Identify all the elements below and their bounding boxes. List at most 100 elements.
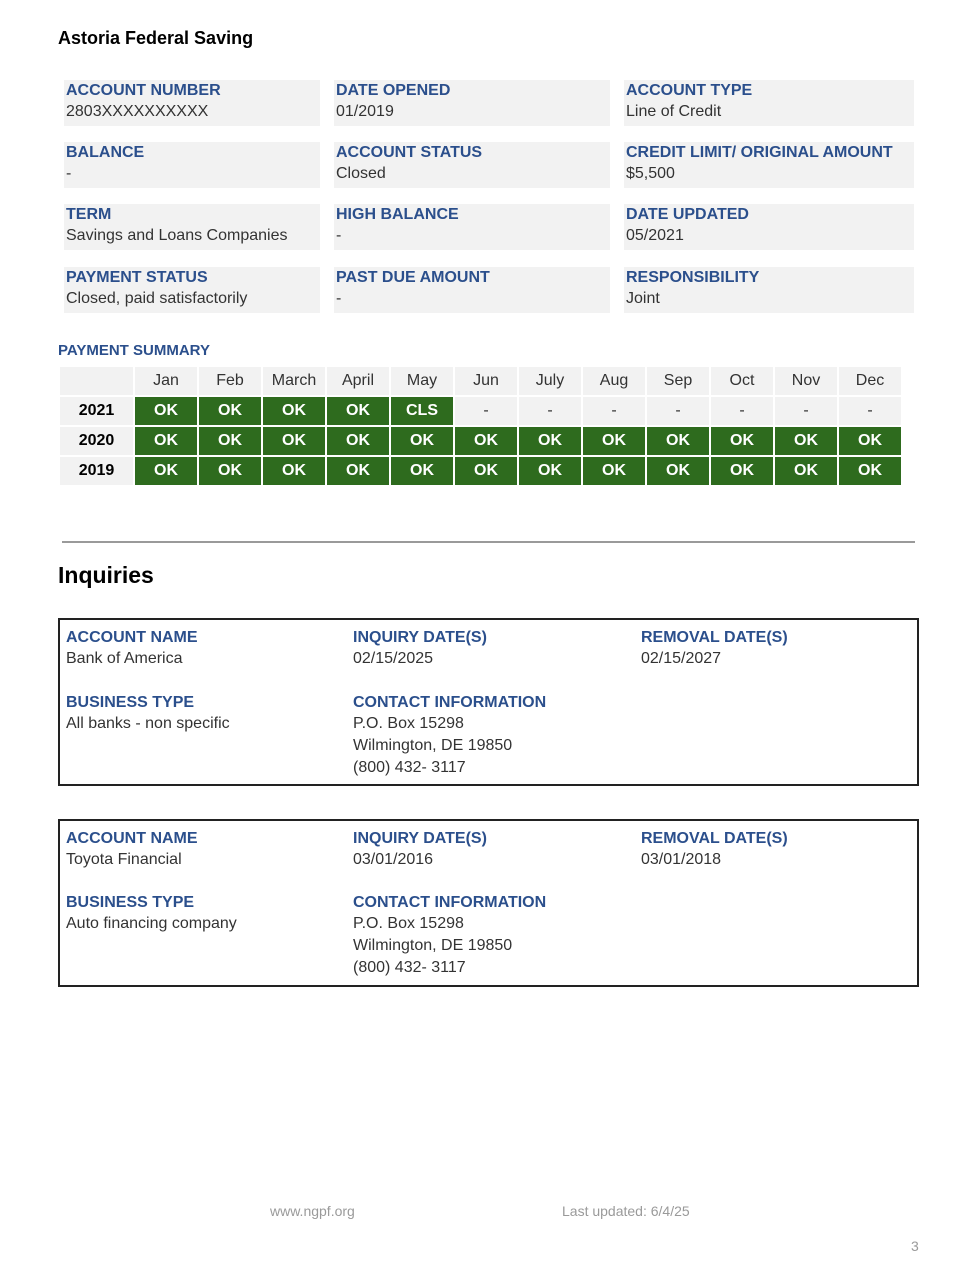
month-header: Oct bbox=[711, 367, 773, 395]
field-value: Closed bbox=[336, 165, 386, 182]
field-label: ACCOUNT NAME bbox=[66, 629, 198, 646]
payment-status-cell: - bbox=[647, 397, 709, 425]
month-header: Aug bbox=[583, 367, 645, 395]
year-row: 2020 OK OK OK OK OK OK OK OK OK OK OK OK bbox=[60, 427, 901, 455]
payment-status-cell: OK bbox=[391, 427, 453, 455]
field-credit-limit: CREDIT LIMIT/ ORIGINAL AMOUNT $5,500 bbox=[624, 142, 914, 188]
contact-line: (800) 432- 3117 bbox=[353, 759, 466, 776]
month-header: July bbox=[519, 367, 581, 395]
year-row: 2021 OK OK OK OK CLS - - - - - - - bbox=[60, 397, 901, 425]
page-number: 3 bbox=[911, 1238, 919, 1254]
field-value: 03/01/2018 bbox=[641, 851, 722, 868]
inquiry-business-type: BUSINESS TYPE Auto financing company bbox=[66, 893, 237, 935]
field-value: Auto financing company bbox=[66, 915, 237, 932]
month-header: May bbox=[391, 367, 453, 395]
field-label: ACCOUNT TYPE bbox=[626, 82, 753, 99]
field-account-status: ACCOUNT STATUS Closed bbox=[334, 142, 610, 188]
payment-status-cell: OK bbox=[455, 427, 517, 455]
section-divider bbox=[62, 541, 915, 543]
payment-status-cell: OK bbox=[455, 457, 517, 485]
payment-status-cell: OK bbox=[327, 397, 389, 425]
payment-status-cell: OK bbox=[583, 427, 645, 455]
month-header-row: Jan Feb March April May Jun July Aug Sep Oct Nov De… bbox=[60, 367, 901, 395]
payment-status-cell: OK bbox=[775, 427, 837, 455]
payment-status-cell: OK bbox=[199, 397, 261, 425]
year-label: 2021 bbox=[60, 397, 133, 425]
inquiry-contact-information: CONTACT INFORMATION P.O. Box 15298 Wilmi… bbox=[353, 693, 546, 779]
payment-status-cell: OK bbox=[583, 457, 645, 485]
payment-status-cell: OK bbox=[199, 427, 261, 455]
contact-line: P.O. Box 15298 bbox=[353, 715, 464, 732]
payment-status-cell: OK bbox=[135, 427, 197, 455]
payment-status-cell: OK bbox=[519, 427, 581, 455]
field-value: 02/15/2027 bbox=[641, 650, 722, 667]
inquiry-removal-dates: REMOVAL DATE(S) 02/15/2027 bbox=[641, 628, 788, 670]
payment-status-cell: OK bbox=[391, 457, 453, 485]
field-value: - bbox=[336, 290, 342, 307]
inquiries-title: Inquiries bbox=[58, 562, 154, 588]
field-label: TERM bbox=[66, 206, 112, 223]
field-label: DATE OPENED bbox=[336, 82, 451, 99]
payment-summary-table: Jan Feb March April May Jun July Aug Sep Oct Nov De… bbox=[58, 365, 903, 487]
field-label: BALANCE bbox=[66, 144, 145, 161]
payment-status-cell: - bbox=[455, 397, 517, 425]
inquiry-account-name: ACCOUNT NAME Toyota Financial bbox=[66, 829, 198, 871]
field-value: - bbox=[336, 227, 342, 244]
field-label: BUSINESS TYPE bbox=[66, 894, 195, 911]
field-label: RESPONSIBILITY bbox=[626, 269, 760, 286]
field-value: 05/2021 bbox=[626, 227, 684, 244]
field-value: Closed, paid satisfactorily bbox=[66, 290, 248, 307]
field-label: CREDIT LIMIT/ ORIGINAL AMOUNT bbox=[626, 144, 893, 161]
payment-status-cell: OK bbox=[647, 457, 709, 485]
payment-status-cell: OK bbox=[199, 457, 261, 485]
creditor-name: Astoria Federal Saving bbox=[58, 28, 254, 48]
field-label: DATE UPDATED bbox=[626, 206, 749, 223]
payment-status-cell: OK bbox=[263, 457, 325, 485]
payment-status-cell: OK bbox=[839, 427, 901, 455]
inquiry-card: ACCOUNT NAME Bank of America INQUIRY DAT… bbox=[58, 618, 919, 786]
inquiry-dates: INQUIRY DATE(S) 02/15/2025 bbox=[353, 628, 487, 670]
field-value: Toyota Financial bbox=[66, 851, 182, 868]
payment-status-cell: OK bbox=[327, 457, 389, 485]
year-row: 2019 OK OK OK OK OK OK OK OK OK OK OK OK bbox=[60, 457, 901, 485]
payment-status-cell: - bbox=[839, 397, 901, 425]
field-value: All banks - non specific bbox=[66, 715, 230, 732]
field-value: - bbox=[66, 165, 72, 182]
payment-status-cell: CLS bbox=[391, 397, 453, 425]
contact-line: (800) 432- 3117 bbox=[353, 959, 466, 976]
payment-status-cell: OK bbox=[711, 457, 773, 485]
inquiry-contact-information: CONTACT INFORMATION P.O. Box 15298 Wilmi… bbox=[353, 893, 546, 979]
inquiry-account-name: ACCOUNT NAME Bank of America bbox=[66, 628, 198, 670]
month-header: Dec bbox=[839, 367, 901, 395]
field-label: PAST DUE AMOUNT bbox=[336, 269, 490, 286]
payment-status-cell: OK bbox=[647, 427, 709, 455]
field-value: Bank of America bbox=[66, 650, 183, 667]
payment-status-cell: - bbox=[711, 397, 773, 425]
payment-status-cell: OK bbox=[263, 397, 325, 425]
field-label: CONTACT INFORMATION bbox=[353, 694, 547, 711]
field-label: ACCOUNT STATUS bbox=[336, 144, 483, 161]
payment-status-cell: OK bbox=[711, 427, 773, 455]
contact-line: Wilmington, DE 19850 bbox=[353, 737, 513, 754]
month-header: March bbox=[263, 367, 325, 395]
inquiry-removal-dates: REMOVAL DATE(S) 03/01/2018 bbox=[641, 829, 788, 871]
payment-status-cell: OK bbox=[135, 457, 197, 485]
field-label: BUSINESS TYPE bbox=[66, 694, 195, 711]
field-past-due-amount: PAST DUE AMOUNT - bbox=[334, 267, 610, 313]
field-responsibility: RESPONSIBILITY Joint bbox=[624, 267, 914, 313]
field-label: CONTACT INFORMATION bbox=[353, 894, 547, 911]
field-date-updated: DATE UPDATED 05/2021 bbox=[624, 204, 914, 250]
field-label: INQUIRY DATE(S) bbox=[353, 830, 487, 847]
month-header: April bbox=[327, 367, 389, 395]
field-balance: BALANCE - bbox=[64, 142, 320, 188]
footer-last-updated: Last updated: 6/4/25 bbox=[562, 1203, 690, 1219]
inquiry-business-type: BUSINESS TYPE All banks - non specific bbox=[66, 693, 230, 735]
month-header: Feb bbox=[199, 367, 261, 395]
payment-status-cell: OK bbox=[135, 397, 197, 425]
contact-line: P.O. Box 15298 bbox=[353, 915, 464, 932]
field-payment-status: PAYMENT STATUS Closed, paid satisfactori… bbox=[64, 267, 320, 313]
payment-status-cell: OK bbox=[775, 457, 837, 485]
inquiry-card: ACCOUNT NAME Toyota Financial INQUIRY DA… bbox=[58, 819, 919, 987]
header-corner-cell bbox=[60, 367, 133, 395]
inquiry-dates: INQUIRY DATE(S) 03/01/2016 bbox=[353, 829, 487, 871]
